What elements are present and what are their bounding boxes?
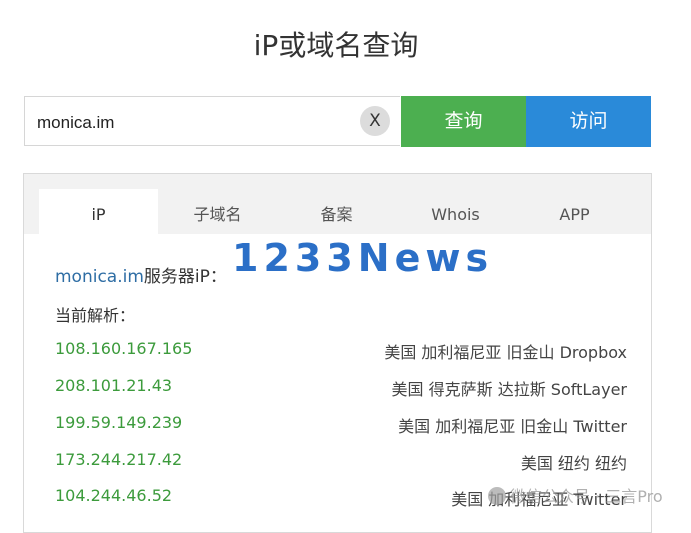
ip-location: 美国 纽约 纽约	[520, 454, 627, 473]
ip-location: 美国 加利福尼亚 旧金山 Twitter	[398, 417, 627, 436]
search-box: X	[24, 96, 400, 146]
watermark-bottom-text: 微信公众号 · 三言Pro	[510, 487, 663, 506]
table-row: 208.101.21.43 美国 得克萨斯 达拉斯 SoftLayer	[24, 376, 651, 400]
server-ip-heading: monica.im服务器iP：	[55, 262, 227, 287]
table-row: 199.59.149.239 美国 加利福尼亚 旧金山 Twitter	[24, 413, 651, 437]
ip-address[interactable]: 199.59.149.239	[55, 413, 182, 432]
server-ip-label: 服务器iP：	[143, 267, 227, 287]
ip-address[interactable]: 108.160.167.165	[55, 339, 192, 358]
ip-address[interactable]: 104.244.46.52	[55, 486, 172, 505]
watermark-overlay: 1233News	[232, 236, 494, 280]
wechat-logo-icon	[488, 487, 506, 505]
tab-ip[interactable]: iP	[39, 189, 158, 234]
tab-app[interactable]: APP	[515, 189, 634, 234]
ip-address[interactable]: 208.101.21.43	[55, 376, 172, 395]
watermark-bottom: 微信公众号 · 三言Pro	[488, 483, 663, 507]
clear-button[interactable]: X	[360, 106, 390, 136]
result-panel: iP 子域名 备案 Whois APP monica.im服务器iP： 当前解析…	[23, 173, 652, 533]
tab-subdomain[interactable]: 子域名	[158, 189, 277, 234]
table-row: 108.160.167.165 美国 加利福尼亚 旧金山 Dropbox	[24, 339, 651, 363]
domain-link[interactable]: monica.im	[55, 267, 144, 287]
tab-whois[interactable]: Whois	[396, 189, 515, 234]
visit-button[interactable]: 访问	[526, 96, 651, 147]
search-input[interactable]	[35, 110, 359, 136]
page-title: iP或域名查询	[253, 29, 419, 62]
ip-location: 美国 加利福尼亚 旧金山 Dropbox	[384, 343, 627, 362]
tab-bar: iP 子域名 备案 Whois APP	[24, 174, 651, 234]
ip-location: 美国 得克萨斯 达拉斯 SoftLayer	[391, 380, 627, 399]
table-row: 173.244.217.42 美国 纽约 纽约	[24, 450, 651, 474]
tab-icp[interactable]: 备案	[277, 189, 396, 234]
ip-address[interactable]: 173.244.217.42	[55, 450, 182, 469]
current-resolution-label: 当前解析：	[55, 306, 136, 325]
query-button[interactable]: 查询	[401, 96, 526, 147]
